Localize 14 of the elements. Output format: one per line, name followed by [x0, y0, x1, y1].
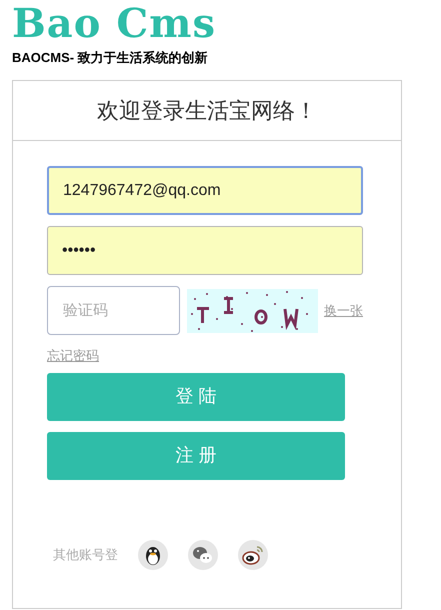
register-button[interactable]: 注 册 [47, 432, 345, 480]
login-button[interactable]: 登 陆 [47, 372, 345, 420]
forgot-password-link[interactable]: 忘记密码 [47, 346, 99, 366]
logo-tagline: BAOCMS- 致力于生活系统的创新 [12, 49, 209, 67]
other-login-label: 其他账号登 [53, 546, 118, 564]
captcha-field[interactable]: 验证码 [47, 286, 180, 335]
chat-bubbles-icon[interactable] [188, 540, 218, 570]
logo-title: Bao Cms [12, 2, 218, 46]
password-field[interactable]: •••••• [47, 226, 363, 275]
penguin-icon[interactable] [138, 540, 168, 570]
username-field[interactable]: 1247967472@qq.com [47, 166, 363, 215]
refresh-captcha-link[interactable]: 换一张 [324, 300, 363, 320]
card-title: 欢迎登录生活宝网络！ [13, 81, 401, 141]
eye-icon[interactable] [238, 540, 268, 570]
